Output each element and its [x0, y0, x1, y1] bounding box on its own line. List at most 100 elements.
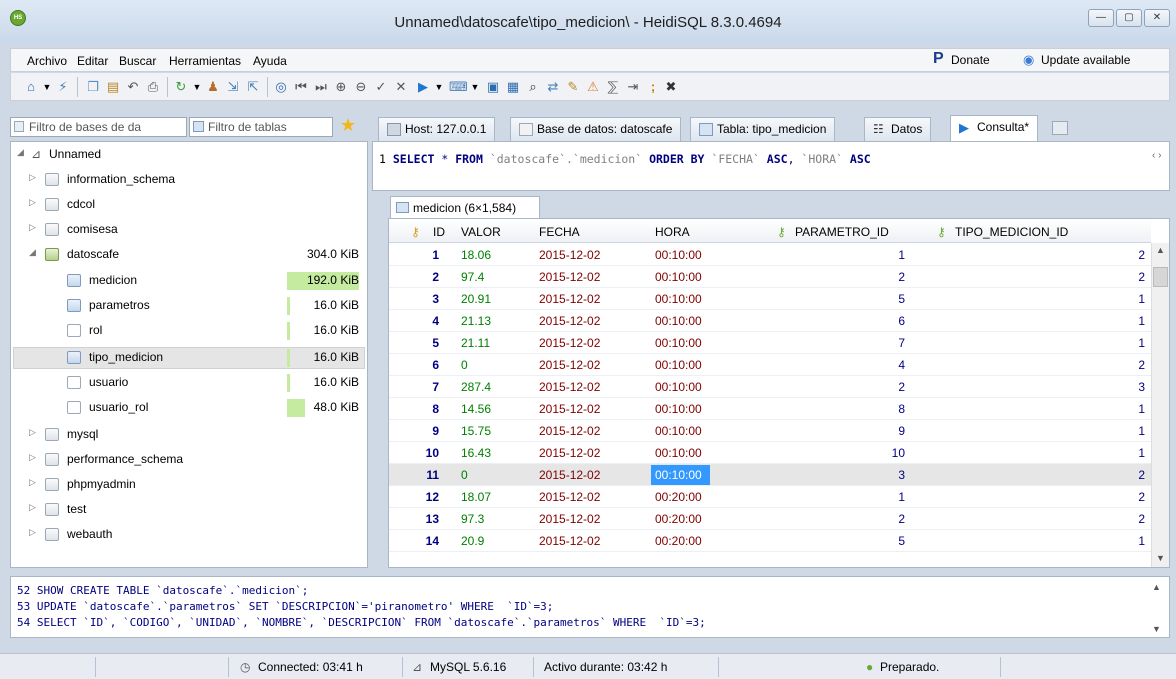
menu-herramientas[interactable]: Herramientas — [169, 54, 241, 68]
post-record-icon[interactable]: ✓ — [373, 79, 389, 95]
menu-ayuda[interactable]: Ayuda — [253, 54, 287, 68]
print-icon[interactable]: ⎙ — [145, 79, 161, 95]
cell-hora[interactable]: 00:10:00 — [655, 270, 702, 284]
cell-parametro-id[interactable]: 2 — [795, 270, 905, 284]
scroll-down-icon[interactable]: ▼ — [1156, 553, 1165, 563]
scroll-thumb[interactable] — [1153, 267, 1168, 287]
column-header[interactable]: HORA — [655, 225, 690, 239]
cell-hora[interactable]: 00:10:00 — [655, 292, 702, 306]
cell-id[interactable]: 11 — [399, 468, 439, 482]
cancel-record-icon[interactable]: ✕ — [393, 79, 409, 95]
cell-parametro-id[interactable]: 7 — [795, 336, 905, 350]
export-icon[interactable]: ⇱ — [245, 79, 261, 95]
menu-editar[interactable]: Editar — [77, 54, 108, 68]
cell-fecha[interactable]: 2015-12-02 — [539, 248, 600, 262]
cell-id[interactable]: 7 — [399, 380, 439, 394]
undo-icon[interactable]: ↶ — [125, 79, 141, 95]
cell-fecha[interactable]: 2015-12-02 — [539, 314, 600, 328]
cell-tipo-medicion-id[interactable]: 1 — [955, 292, 1145, 306]
column-header[interactable]: TIPO_MEDICION_ID — [955, 225, 1068, 239]
table-row[interactable]: 3 20.91 2015-12-02 00:10:00 5 1 — [389, 288, 1151, 310]
table-row[interactable]: 4 21.13 2015-12-02 00:10:00 6 1 — [389, 310, 1151, 332]
cell-tipo-medicion-id[interactable]: 1 — [955, 336, 1145, 350]
tree-node-table[interactable]: rol 16.0 KiB — [11, 320, 361, 342]
cell-valor[interactable]: 18.06 — [461, 248, 491, 262]
tree-node-db[interactable]: ▷ comisesa — [11, 219, 361, 241]
cell-id[interactable]: 4 — [399, 314, 439, 328]
database-filter-input[interactable]: Filtro de bases de da — [10, 117, 187, 137]
tree-node-db[interactable]: ▷ information_schema — [11, 169, 361, 191]
cell-hora[interactable]: 00:10:00 — [655, 380, 702, 394]
tree-node-db[interactable]: ▷ performance_schema — [11, 449, 361, 471]
cell-fecha[interactable]: 2015-12-02 — [539, 490, 600, 504]
replace-icon[interactable]: ⇄ — [545, 79, 561, 95]
new-query-tab-icon[interactable] — [1052, 121, 1068, 135]
table-row[interactable]: 8 14.56 2015-12-02 00:10:00 8 1 — [389, 398, 1151, 420]
cell-tipo-medicion-id[interactable]: 2 — [955, 490, 1145, 504]
maximize-button[interactable]: ▢ — [1116, 9, 1142, 27]
cell-fecha[interactable]: 2015-12-02 — [539, 446, 600, 460]
tree-node-table[interactable]: parametros 16.0 KiB — [11, 295, 361, 317]
column-header[interactable]: ID — [433, 225, 445, 239]
cell-hora[interactable]: 00:20:00 — [655, 490, 702, 504]
table-row[interactable]: 14 20.9 2015-12-02 00:20:00 5 1 — [389, 530, 1151, 552]
tree-node-db[interactable]: ▷ cdcol — [11, 194, 361, 216]
cell-parametro-id[interactable]: 2 — [795, 380, 905, 394]
cell-fecha[interactable]: 2015-12-02 — [539, 336, 600, 350]
minimize-button[interactable]: — — [1088, 9, 1114, 27]
cell-valor[interactable]: 97.3 — [461, 512, 484, 526]
table-row[interactable]: 10 16.43 2015-12-02 00:10:00 10 1 — [389, 442, 1151, 464]
cell-tipo-medicion-id[interactable]: 2 — [955, 270, 1145, 284]
first-record-icon[interactable]: ⏮ — [293, 79, 309, 95]
cell-valor[interactable]: 18.07 — [461, 490, 491, 504]
cell-valor[interactable]: 0 — [461, 468, 468, 482]
cell-valor[interactable]: 16.43 — [461, 446, 491, 460]
chevron-down-icon[interactable]: ▼ — [431, 79, 447, 95]
tree-node-db[interactable]: ▷ phpmyadmin — [11, 474, 361, 496]
tree-node-db[interactable]: ▷ test — [11, 499, 361, 521]
cell-id[interactable]: 5 — [399, 336, 439, 350]
cell-valor[interactable]: 21.13 — [461, 314, 491, 328]
disconnect-icon[interactable]: ⚡ — [55, 79, 71, 95]
tab-query[interactable]: ▶ Consulta* — [950, 115, 1039, 141]
chevron-down-icon[interactable]: ▼ — [39, 79, 55, 95]
cell-parametro-id[interactable]: 4 — [795, 358, 905, 372]
table-row[interactable]: 5 21.11 2015-12-02 00:10:00 7 1 — [389, 332, 1151, 354]
tree-node-db[interactable]: ▷ mysql — [11, 424, 361, 446]
cell-fecha[interactable]: 2015-12-02 — [539, 270, 600, 284]
cell-hora[interactable]: 00:10:00 — [655, 446, 702, 460]
edit-icon[interactable]: ✎ — [565, 79, 581, 95]
cell-id[interactable]: 9 — [399, 424, 439, 438]
insert-record-icon[interactable]: ⊕ — [333, 79, 349, 95]
table-row[interactable]: 13 97.3 2015-12-02 00:20:00 2 2 — [389, 508, 1151, 530]
chevron-down-icon[interactable]: ▼ — [467, 79, 483, 95]
table-row[interactable]: 11 0 2015-12-02 00:10:00 3 2 — [389, 464, 1151, 486]
tree-node-db-open[interactable]: ◢ datoscafe 304.0 KiB — [11, 244, 361, 266]
tab-host[interactable]: Host: 127.0.0.1 — [378, 117, 496, 141]
result-tab[interactable]: medicion (6×1,584) — [390, 196, 540, 218]
cell-valor[interactable]: 21.11 — [461, 336, 490, 350]
cell-id[interactable]: 13 — [399, 512, 439, 526]
cell-tipo-medicion-id[interactable]: 1 — [955, 446, 1145, 460]
session-manager-icon[interactable]: ⌂ — [23, 79, 39, 95]
cell-tipo-medicion-id[interactable]: 1 — [955, 402, 1145, 416]
explain-icon[interactable]: ⌨ — [449, 79, 468, 95]
tab-table[interactable]: Tabla: tipo_medicion — [690, 117, 836, 141]
query-editor[interactable]: 1 SELECT * FROM `datoscafe`.`medicion` O… — [372, 141, 1170, 191]
cell-tipo-medicion-id[interactable]: 1 — [955, 424, 1145, 438]
tab-database[interactable]: Base de datos: datoscafe — [510, 117, 682, 141]
warning-icon[interactable]: ⚠ — [585, 79, 601, 95]
table-row[interactable]: 2 97.4 2015-12-02 00:10:00 2 2 — [389, 266, 1151, 288]
editor-scroll-icon[interactable]: ‹ › — [1152, 150, 1161, 161]
table-row[interactable]: 7 287.4 2015-12-02 00:10:00 2 3 — [389, 376, 1151, 398]
cell-fecha[interactable]: 2015-12-02 — [539, 512, 600, 526]
cell-parametro-id[interactable]: 1 — [795, 490, 905, 504]
cell-hora[interactable]: 00:10:00 — [655, 424, 702, 438]
cell-id[interactable]: 14 — [399, 534, 439, 548]
table-row[interactable]: 9 15.75 2015-12-02 00:10:00 9 1 — [389, 420, 1151, 442]
column-header[interactable]: VALOR — [461, 225, 501, 239]
cell-hora[interactable]: 00:10:00 — [655, 402, 702, 416]
cell-tipo-medicion-id[interactable]: 2 — [955, 512, 1145, 526]
table-row[interactable]: 6 0 2015-12-02 00:10:00 4 2 — [389, 354, 1151, 376]
vertical-scrollbar[interactable]: ▲ ▼ — [1151, 243, 1169, 567]
